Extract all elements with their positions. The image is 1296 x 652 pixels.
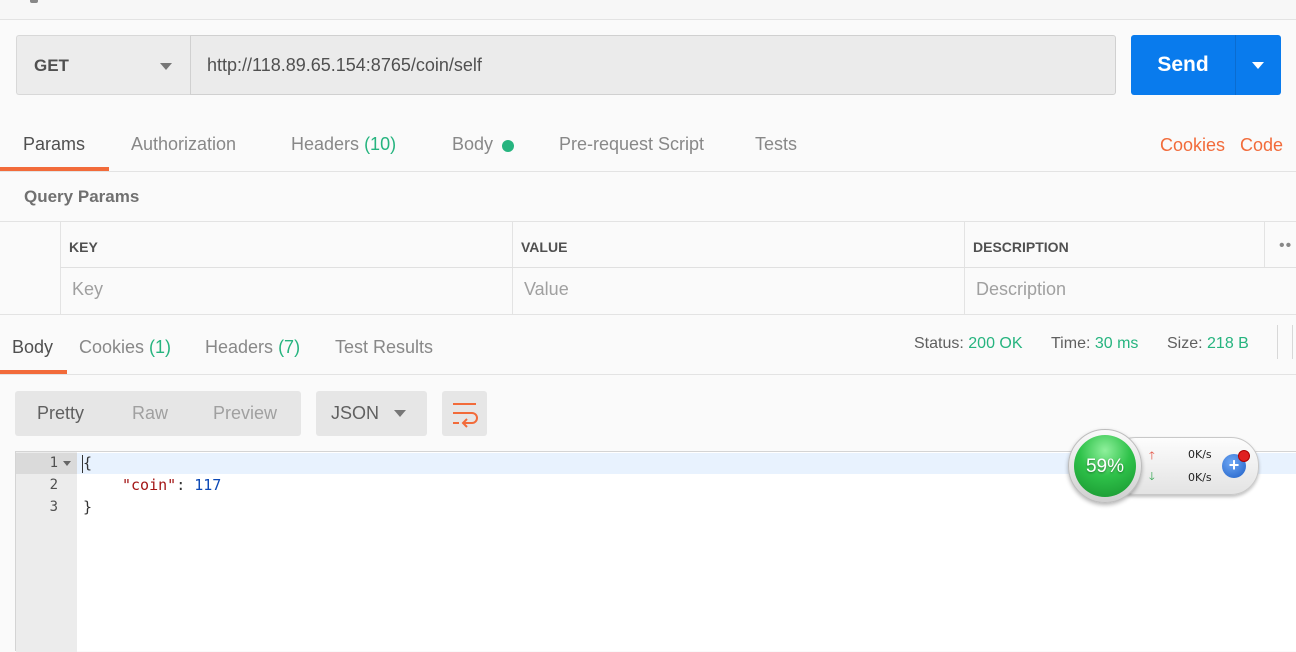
code-line-3: }: [83, 498, 93, 516]
status-divider: [1292, 325, 1293, 359]
chevron-down-icon: [394, 410, 406, 417]
code-line-1: {: [83, 454, 93, 472]
fold-toggle-icon[interactable]: [63, 461, 71, 466]
pretty-button[interactable]: Pretty: [37, 403, 84, 424]
line-number: 1: [49, 455, 58, 471]
window-nub: [30, 0, 38, 3]
tab-headers[interactable]: Headers (10): [291, 134, 396, 155]
value-input[interactable]: Value: [524, 279, 569, 300]
code-line-2: "coin": 117: [122, 476, 221, 494]
upload-arrow-icon: 🡑: [1149, 450, 1155, 462]
top-strip: [0, 0, 1296, 20]
description-input[interactable]: Description: [976, 279, 1066, 300]
time-label: Time:: [1051, 335, 1091, 352]
time-value: 30 ms: [1094, 335, 1139, 352]
cookies-link[interactable]: Cookies: [1160, 135, 1225, 156]
upload-speed: 0K/s: [1188, 448, 1212, 461]
column-divider: [512, 222, 513, 314]
column-header-value: VALUE: [521, 239, 568, 255]
response-tabs-divider: [0, 374, 1296, 375]
tab-tests[interactable]: Tests: [755, 134, 797, 155]
json-value: 117: [194, 476, 222, 494]
body-indicator-dot: [502, 140, 514, 152]
tab-headers-label: Headers: [291, 134, 360, 154]
method-select[interactable]: GET: [16, 35, 190, 95]
json-colon: :: [176, 476, 195, 494]
notification-dot: [1238, 450, 1250, 462]
size-value: 218 B: [1207, 335, 1249, 352]
preview-button[interactable]: Preview: [213, 403, 277, 424]
memory-ball: 59%: [1074, 435, 1136, 497]
method-label: GET: [34, 56, 69, 75]
tab-params[interactable]: Params: [23, 134, 85, 155]
size-label: Size:: [1167, 335, 1203, 352]
tabs-divider: [0, 171, 1296, 172]
status-value: 200 OK: [968, 335, 1023, 352]
key-input[interactable]: Key: [72, 279, 103, 300]
cookies-count: (1): [149, 337, 172, 357]
status-readout: Status: 200 OK: [914, 335, 1023, 353]
chevron-down-icon: [1252, 62, 1264, 69]
raw-button[interactable]: Raw: [132, 403, 168, 424]
url-input[interactable]: http://118.89.65.154:8765/coin/self: [190, 35, 1116, 95]
more-options-icon[interactable]: ••: [1279, 237, 1292, 255]
header-divider: [60, 267, 1296, 268]
status-label: Status:: [914, 335, 964, 352]
response-tab-cookies-label: Cookies: [79, 337, 145, 357]
line-number: 2: [49, 477, 58, 493]
line-number: 3: [49, 499, 58, 515]
tab-pre-request-script[interactable]: Pre-request Script: [559, 134, 704, 155]
column-divider: [964, 222, 965, 314]
chevron-down-icon: [160, 63, 172, 70]
download-speed: 0K/s: [1188, 471, 1212, 484]
download-arrow-icon: 🡓: [1149, 471, 1155, 483]
wrap-lines-button[interactable]: [442, 391, 487, 436]
memory-gauge[interactable]: 59%: [1068, 429, 1142, 503]
wrap-icon: [453, 403, 478, 428]
url-text: http://118.89.65.154:8765/coin/self: [207, 55, 482, 75]
response-tab-test-results[interactable]: Test Results: [335, 337, 433, 358]
send-options-button[interactable]: [1236, 35, 1281, 95]
size-readout: Size: 218 B: [1167, 335, 1249, 353]
response-tab-headers-label: Headers: [205, 337, 274, 357]
headers-count: (10): [364, 134, 397, 154]
column-header-description: DESCRIPTION: [973, 239, 1069, 255]
column-divider: [1264, 222, 1265, 267]
view-mode-group: Pretty Raw Preview: [15, 391, 301, 436]
network-speed-widget[interactable]: 59% 🡑 0K/s 🡓 0K/s +: [1068, 429, 1259, 503]
language-select[interactable]: JSON: [316, 391, 427, 436]
response-headers-count: (7): [278, 337, 301, 357]
tab-body[interactable]: Body: [452, 134, 493, 155]
time-readout: Time: 30 ms: [1051, 335, 1138, 353]
send-button[interactable]: Send: [1131, 35, 1235, 95]
response-tab-headers[interactable]: Headers (7): [205, 337, 300, 358]
tab-authorization[interactable]: Authorization: [131, 134, 236, 155]
response-tab-body[interactable]: Body: [12, 337, 53, 358]
response-tab-cookies[interactable]: Cookies (1): [79, 337, 171, 358]
status-divider: [1277, 325, 1278, 359]
column-divider: [60, 222, 61, 314]
query-params-title: Query Params: [24, 187, 140, 206]
query-params-table: KEY VALUE DESCRIPTION •• Key Value Descr…: [0, 221, 1296, 315]
column-header-key: KEY: [69, 239, 98, 255]
memory-percent: 59%: [1085, 456, 1125, 477]
language-label: JSON: [331, 403, 380, 423]
json-key: "coin": [122, 476, 177, 494]
code-link[interactable]: Code: [1240, 135, 1283, 156]
